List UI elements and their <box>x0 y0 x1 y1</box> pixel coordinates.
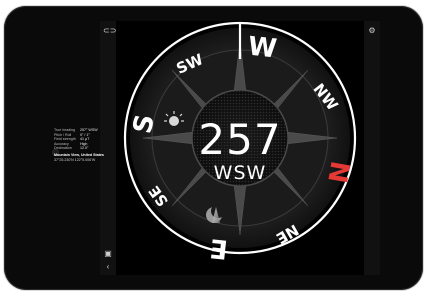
info-label: Declination <box>54 146 72 151</box>
gear-icon[interactable]: ⚙ <box>367 27 377 35</box>
image-icon[interactable]: ▣ <box>103 250 113 258</box>
right-toolbar <box>364 21 380 275</box>
link-icon[interactable]: ⊂⊃ <box>103 27 116 35</box>
info-value: 12.0° <box>80 146 89 151</box>
heading-direction: WSW <box>213 162 267 184</box>
info-panel: True heading 257° WSW Pitch / Roll 0° / … <box>54 128 118 162</box>
chevron-left-icon[interactable]: ‹ <box>103 263 113 271</box>
label-west: W <box>246 31 279 65</box>
info-row-declination: Declination 12.0° <box>54 146 118 151</box>
label-east: E <box>208 232 230 264</box>
location-coordinates: 37°25.230'N 122°5.006'W <box>54 157 96 162</box>
heading-degrees: 257 <box>198 115 282 164</box>
